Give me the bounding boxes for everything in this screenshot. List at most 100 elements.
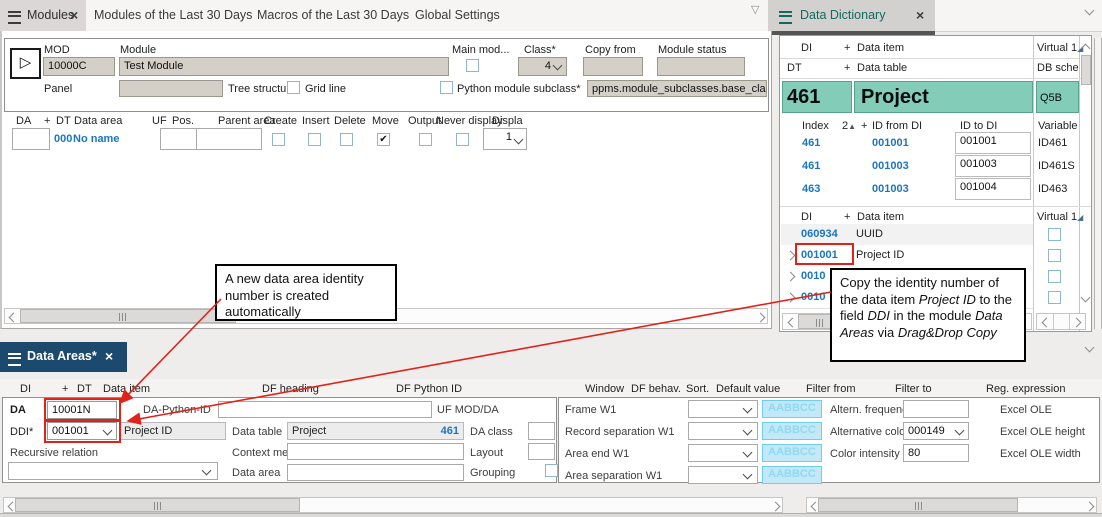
expander-icon[interactable]: [786, 272, 796, 282]
scrollbar-thumb[interactable]: [20, 309, 236, 323]
item-row[interactable]: 001001 Project ID: [781, 245, 1033, 267]
data-area-field[interactable]: [287, 464, 464, 481]
grid-header-plus[interactable]: +: [44, 115, 50, 127]
index-row-to[interactable]: 001001: [955, 132, 1031, 154]
item-name[interactable]: UUID: [856, 228, 883, 241]
insert-checkbox[interactable]: [308, 133, 321, 146]
area-end-color-swatch[interactable]: AABBCC: [762, 444, 822, 462]
menu-icon[interactable]: [8, 11, 21, 24]
scrollbar-thumb[interactable]: [15, 498, 300, 512]
virtual-checkbox[interactable]: [1048, 228, 1061, 241]
grid-header-create[interactable]: Create: [264, 115, 297, 127]
run-module-button[interactable]: ▷: [10, 48, 41, 79]
area-separation-color-swatch[interactable]: AABBCC: [762, 466, 822, 484]
grid-data-area-name[interactable]: No name: [73, 133, 119, 146]
da-header-di[interactable]: DI: [20, 383, 31, 395]
tab-macros-30-days[interactable]: Macros of the Last 30 Days: [257, 8, 409, 22]
da-header-df-heading[interactable]: DF heading: [262, 383, 319, 395]
scrollbar-thumb[interactable]: [818, 498, 1018, 512]
da-header-plus[interactable]: +: [62, 383, 68, 395]
create-checkbox[interactable]: [272, 133, 285, 146]
index-row-index[interactable]: 461: [802, 160, 820, 173]
dd-header-plus2[interactable]: +: [844, 62, 850, 74]
module-status-field[interactable]: [657, 57, 745, 76]
dd-header-dt[interactable]: DT: [787, 62, 802, 74]
grid-uf-input[interactable]: [160, 128, 197, 150]
da-header-df-python[interactable]: DF Python ID: [396, 383, 462, 395]
pane-splitter[interactable]: [1094, 38, 1102, 329]
index-row-variable[interactable]: ID461: [1038, 137, 1067, 150]
context-menu-field[interactable]: [287, 443, 464, 460]
dd-header-di[interactable]: DI: [801, 42, 812, 54]
tab-data-dictionary[interactable]: Data Dictionary ×: [768, 0, 935, 31]
index-sort-indicator[interactable]: 2▲: [842, 120, 856, 132]
panel-field[interactable]: [119, 80, 223, 97]
grid-header-display[interactable]: Displa: [492, 115, 523, 127]
move-checkbox[interactable]: [377, 133, 390, 146]
index-row-to[interactable]: 001004: [955, 178, 1031, 200]
dd-header-virtual[interactable]: Virtual 1◢: [1037, 42, 1083, 54]
tab-data-areas[interactable]: Data Areas* ×: [0, 342, 127, 372]
delete-checkbox[interactable]: [340, 133, 353, 146]
color-intensity-field[interactable]: 80: [903, 444, 969, 462]
index-row-variable[interactable]: ID461S: [1038, 160, 1075, 173]
selected-table-id[interactable]: 461: [782, 81, 852, 113]
da-id-field[interactable]: 10001N: [47, 401, 117, 419]
output-checkbox[interactable]: [419, 133, 432, 146]
scroll-down-icon[interactable]: [1081, 293, 1091, 303]
index-row-from[interactable]: 001001: [872, 137, 909, 150]
close-icon[interactable]: ×: [70, 8, 78, 22]
virtual-checkbox[interactable]: [1048, 291, 1061, 304]
grid-header-uf[interactable]: UF: [152, 115, 167, 127]
menu-icon[interactable]: [8, 353, 21, 366]
virtual-checkbox[interactable]: [1048, 249, 1061, 262]
da-header-window[interactable]: Window: [585, 383, 624, 395]
grid-header-dt[interactable]: DT: [56, 115, 71, 127]
record-separation-color-swatch[interactable]: AABBCC: [762, 422, 822, 440]
grid-header-move[interactable]: Move: [372, 115, 399, 127]
item-header-di[interactable]: DI: [801, 211, 812, 223]
module-name-field[interactable]: Test Module: [119, 57, 449, 76]
virtual-hscrollbar[interactable]: [1036, 313, 1086, 330]
grid-dt-value[interactable]: 000: [54, 133, 72, 146]
scroll-right-icon[interactable]: [1072, 318, 1082, 328]
data-table-id[interactable]: 461: [441, 425, 459, 437]
da-header-reg-expression[interactable]: Reg. expression: [986, 383, 1066, 395]
id-to-di-header[interactable]: ID to DI: [960, 120, 997, 132]
mod-field[interactable]: 10000C: [43, 57, 115, 76]
tab-modules[interactable]: Modules ×: [0, 0, 86, 31]
index-plus[interactable]: +: [861, 120, 867, 132]
tab-global-settings[interactable]: Global Settings: [415, 8, 500, 22]
scroll-left-icon[interactable]: [1042, 318, 1052, 328]
collapse-chevron-icon[interactable]: [1085, 343, 1095, 353]
menu-icon[interactable]: [779, 11, 792, 24]
grid-header-data-area[interactable]: Data area: [74, 115, 122, 127]
da-header-default-value[interactable]: Default value: [716, 383, 780, 395]
da-header-filter-from[interactable]: Filter from: [806, 383, 856, 395]
scroll-left-icon[interactable]: [788, 318, 798, 328]
close-icon[interactable]: ×: [916, 8, 924, 22]
id-from-di-header[interactable]: ID from DI: [872, 120, 922, 132]
item-name[interactable]: Project ID: [856, 249, 904, 262]
tab-data-dictionary-label[interactable]: Data Dictionary: [800, 8, 885, 22]
scroll-left-icon[interactable]: [9, 313, 19, 323]
virtual-checkbox[interactable]: [1048, 270, 1061, 283]
grid-header-insert[interactable]: Insert: [302, 115, 330, 127]
layout-field[interactable]: [528, 443, 555, 460]
scrollbar-thumb[interactable]: [1081, 55, 1091, 85]
scroll-right-icon[interactable]: [756, 313, 766, 323]
da-header-sort[interactable]: Sort.: [686, 383, 709, 395]
copy-from-field[interactable]: [583, 57, 643, 76]
grouping-checkbox[interactable]: [545, 464, 558, 477]
da-header-dt[interactable]: DT: [77, 383, 92, 395]
subclass-field[interactable]: ppms.module_subclasses.base_clas: [587, 80, 767, 97]
index-row-from[interactable]: 001003: [872, 183, 909, 196]
item-id[interactable]: 001001: [801, 249, 838, 262]
index-row-index[interactable]: 461: [802, 137, 820, 150]
da-header-data-item[interactable]: Data item: [103, 383, 150, 395]
tab-modules-label[interactable]: Modules: [27, 8, 74, 22]
recursive-relation-select[interactable]: [8, 462, 218, 480]
grid-parent-area-input[interactable]: [196, 128, 262, 150]
grid-da-input[interactable]: [12, 128, 50, 150]
expander-icon[interactable]: [786, 251, 796, 261]
